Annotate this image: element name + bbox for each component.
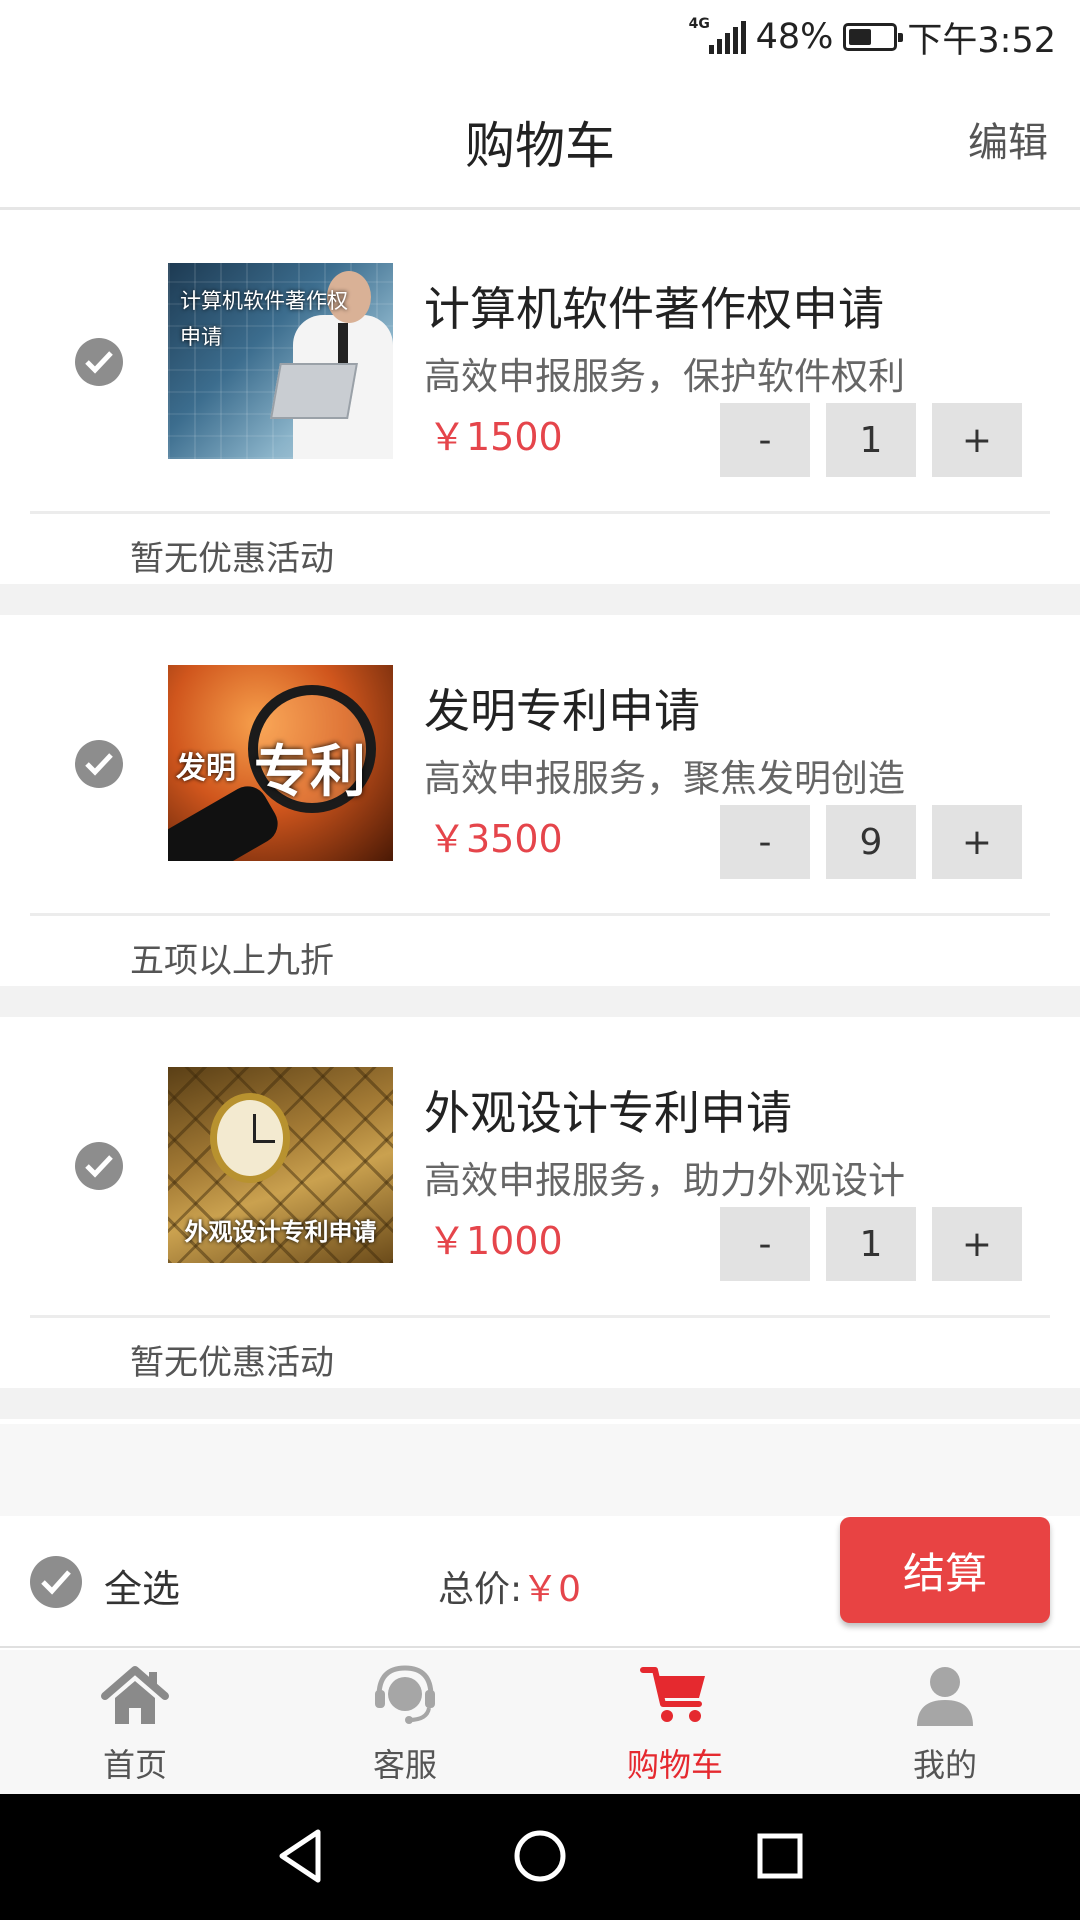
item-checkbox[interactable] bbox=[75, 1142, 123, 1190]
section-gap bbox=[0, 584, 1080, 615]
checkmark-icon bbox=[85, 753, 113, 776]
tab-cart[interactable]: 购物车 bbox=[540, 1650, 810, 1794]
product-image[interactable]: 发明 专利 bbox=[168, 665, 393, 861]
status-bar: 4G 48% 下午3:52 bbox=[0, 0, 1080, 72]
image-caption: 计算机软件著作权 申请 bbox=[180, 289, 348, 349]
product-image[interactable]: 计算机软件著作权 申请 bbox=[168, 263, 393, 459]
cart-item: 计算机软件著作权 申请 计算机软件著作权申请 高效申报服务，保护软件权利 ￥150… bbox=[0, 213, 1080, 584]
network-type: 4G bbox=[688, 16, 710, 32]
quantity-value[interactable]: 9 bbox=[826, 805, 916, 879]
app-header: 购物车 编辑 bbox=[0, 72, 1080, 210]
total-amount: ￥0 bbox=[522, 1569, 582, 1610]
promo-text: 暂无优惠活动 bbox=[130, 539, 334, 579]
list-empty-area bbox=[0, 1424, 1080, 1516]
tab-label: 首页 bbox=[102, 1746, 167, 1784]
checkmark-icon bbox=[85, 1155, 113, 1178]
image-caption: 专利 bbox=[254, 740, 366, 805]
back-icon[interactable] bbox=[268, 1824, 332, 1888]
item-description: 高效申报服务，保护软件权利 bbox=[424, 355, 905, 398]
divider bbox=[30, 511, 1050, 514]
signal-icon: 4G bbox=[689, 16, 746, 54]
bottom-tab-bar: 首页 客服 购物车 我的 bbox=[0, 1650, 1080, 1794]
quantity-stepper: - 1 + bbox=[720, 403, 1022, 477]
home-circle-icon[interactable] bbox=[508, 1824, 572, 1888]
promo-text: 暂无优惠活动 bbox=[130, 1343, 334, 1383]
headset-icon bbox=[375, 1665, 435, 1724]
cart-item: 发明 专利 发明专利申请 高效申报服务，聚焦发明创造 ￥3500 - 9 + 五… bbox=[0, 615, 1080, 986]
tab-label: 我的 bbox=[912, 1746, 977, 1784]
quantity-value[interactable]: 1 bbox=[826, 1207, 916, 1281]
item-price: ￥3500 bbox=[428, 817, 563, 861]
checkmark-icon bbox=[41, 1570, 71, 1595]
item-price: ￥1500 bbox=[428, 415, 563, 459]
tab-service[interactable]: 客服 bbox=[270, 1650, 540, 1794]
quantity-value[interactable]: 1 bbox=[826, 403, 916, 477]
item-description: 高效申报服务，聚焦发明创造 bbox=[424, 757, 905, 800]
decrease-button[interactable]: - bbox=[720, 403, 810, 477]
edit-button[interactable]: 编辑 bbox=[968, 110, 1048, 168]
item-price: ￥1000 bbox=[428, 1219, 563, 1263]
cart-item: 外观设计专利申请 外观设计专利申请 高效申报服务，助力外观设计 ￥1000 - … bbox=[0, 1017, 1080, 1388]
item-description: 高效申报服务，助力外观设计 bbox=[424, 1159, 905, 1202]
clock: 下午3:52 bbox=[907, 20, 1056, 61]
tab-profile[interactable]: 我的 bbox=[810, 1650, 1080, 1794]
checkmark-icon bbox=[85, 351, 113, 374]
battery-icon bbox=[843, 23, 904, 51]
page-title: 购物车 bbox=[465, 117, 615, 175]
promo-text: 五项以上九折 bbox=[130, 941, 334, 981]
item-name[interactable]: 发明专利申请 bbox=[424, 675, 700, 741]
select-all-label[interactable]: 全选 bbox=[104, 1558, 180, 1613]
quantity-stepper: - 1 + bbox=[720, 1207, 1022, 1281]
tab-home[interactable]: 首页 bbox=[0, 1650, 270, 1794]
increase-button[interactable]: + bbox=[932, 403, 1022, 477]
tab-label: 购物车 bbox=[626, 1746, 723, 1784]
total-price: 总价:￥0 bbox=[438, 1560, 581, 1612]
total-label: 总价: bbox=[438, 1569, 523, 1610]
decrease-button[interactable]: - bbox=[720, 805, 810, 879]
decrease-button[interactable]: - bbox=[720, 1207, 810, 1281]
item-name[interactable]: 外观设计专利申请 bbox=[424, 1077, 792, 1143]
tab-label: 客服 bbox=[372, 1746, 437, 1784]
increase-button[interactable]: + bbox=[932, 805, 1022, 879]
cart-icon bbox=[640, 1667, 705, 1722]
increase-button[interactable]: + bbox=[932, 1207, 1022, 1281]
system-nav-bar bbox=[0, 1794, 1080, 1920]
checkout-button[interactable]: 结算 bbox=[840, 1517, 1050, 1623]
user-icon bbox=[917, 1667, 973, 1726]
section-gap bbox=[0, 986, 1080, 1017]
quantity-stepper: - 9 + bbox=[720, 805, 1022, 879]
section-gap bbox=[0, 1388, 1080, 1419]
image-caption: 外观设计专利申请 bbox=[184, 1218, 377, 1246]
item-checkbox[interactable] bbox=[75, 740, 123, 788]
product-image[interactable]: 外观设计专利申请 bbox=[168, 1067, 393, 1263]
home-icon bbox=[101, 1666, 169, 1724]
select-all-checkbox[interactable] bbox=[30, 1556, 82, 1608]
image-caption: 发明 bbox=[176, 751, 236, 786]
battery-percent: 48% bbox=[755, 17, 834, 57]
recents-icon[interactable] bbox=[748, 1824, 812, 1888]
item-checkbox[interactable] bbox=[75, 338, 123, 386]
divider bbox=[30, 913, 1050, 916]
divider bbox=[30, 1315, 1050, 1318]
item-name[interactable]: 计算机软件著作权申请 bbox=[424, 273, 884, 339]
